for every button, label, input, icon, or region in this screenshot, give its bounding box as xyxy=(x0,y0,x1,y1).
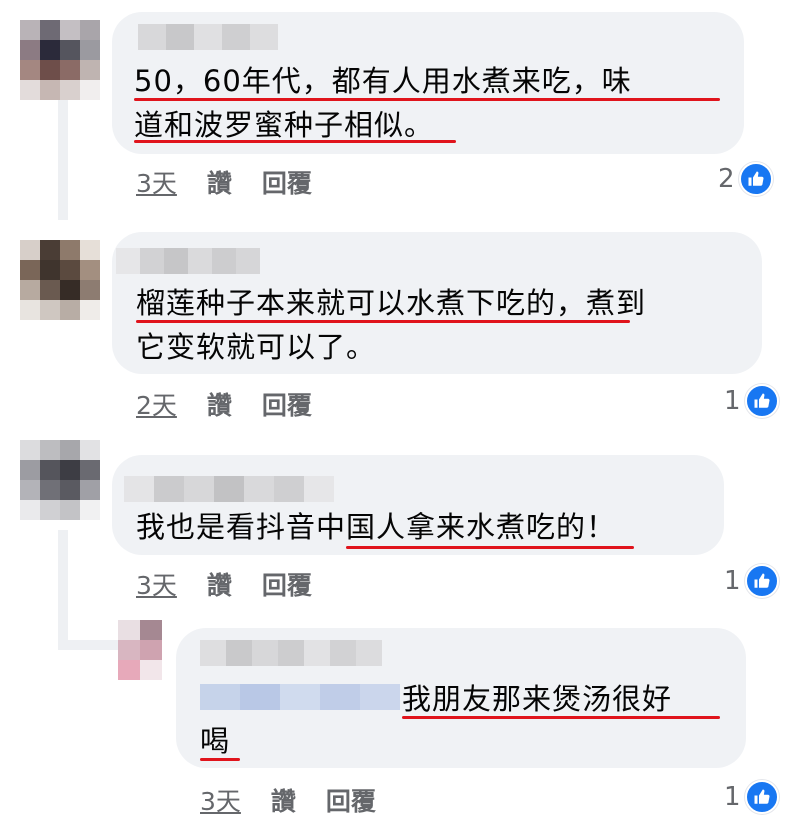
timestamp-link[interactable]: 3天 xyxy=(200,782,241,818)
timestamp-link[interactable]: 3天 xyxy=(136,164,177,200)
highlight-underline xyxy=(402,716,720,719)
mentioned-user-tag[interactable] xyxy=(200,684,400,710)
like-button[interactable]: 讚 xyxy=(207,566,232,602)
comment-actions: 2天 讚 回覆 xyxy=(136,386,312,422)
thumbs-up-icon xyxy=(744,780,779,814)
thread-line xyxy=(60,640,120,650)
thread-line xyxy=(58,530,68,650)
reply-button[interactable]: 回覆 xyxy=(262,566,312,602)
reply-button[interactable]: 回覆 xyxy=(262,164,312,200)
like-button[interactable]: 讚 xyxy=(271,782,296,818)
reaction-number: 2 xyxy=(718,164,735,194)
reaction-count[interactable]: 1 xyxy=(724,780,779,814)
reaction-count[interactable]: 2 xyxy=(718,162,773,196)
avatar[interactable] xyxy=(20,440,100,520)
reaction-number: 1 xyxy=(724,782,741,812)
highlight-underline xyxy=(136,320,630,323)
comment-text-line: 它变软就可以了。 xyxy=(136,330,377,364)
highlight-underline xyxy=(200,758,240,761)
comment-actions: 3天 讚 回覆 xyxy=(136,164,312,200)
reply-button[interactable]: 回覆 xyxy=(326,782,376,818)
highlight-underline xyxy=(346,546,634,549)
like-button[interactable]: 讚 xyxy=(207,386,232,422)
timestamp-link[interactable]: 2天 xyxy=(136,386,177,422)
reaction-number: 1 xyxy=(724,566,741,596)
highlight-underline xyxy=(134,98,720,101)
thumbs-up-icon xyxy=(738,162,773,196)
commenter-name[interactable] xyxy=(124,476,334,502)
commenter-name[interactable] xyxy=(200,640,382,666)
commenter-name[interactable] xyxy=(138,24,278,50)
thumbs-up-icon xyxy=(744,384,779,418)
reaction-number: 1 xyxy=(724,386,741,416)
thread-line xyxy=(58,100,68,220)
comment-text-line: 我也是看抖音中国人拿来水煮吃的！ xyxy=(136,510,617,544)
comment-actions: 3天 讚 回覆 xyxy=(136,566,312,602)
timestamp-link[interactable]: 3天 xyxy=(136,566,177,602)
comment-actions: 3天 讚 回覆 xyxy=(200,782,376,818)
highlight-underline xyxy=(134,140,456,143)
thumbs-up-icon xyxy=(744,564,779,598)
like-button[interactable]: 讚 xyxy=(207,164,232,200)
avatar[interactable] xyxy=(20,240,100,320)
avatar[interactable] xyxy=(20,20,100,100)
avatar[interactable] xyxy=(118,620,162,680)
commenter-name[interactable] xyxy=(116,248,260,274)
reply-button[interactable]: 回覆 xyxy=(262,386,312,422)
reaction-count[interactable]: 1 xyxy=(724,564,779,598)
reaction-count[interactable]: 1 xyxy=(724,384,779,418)
